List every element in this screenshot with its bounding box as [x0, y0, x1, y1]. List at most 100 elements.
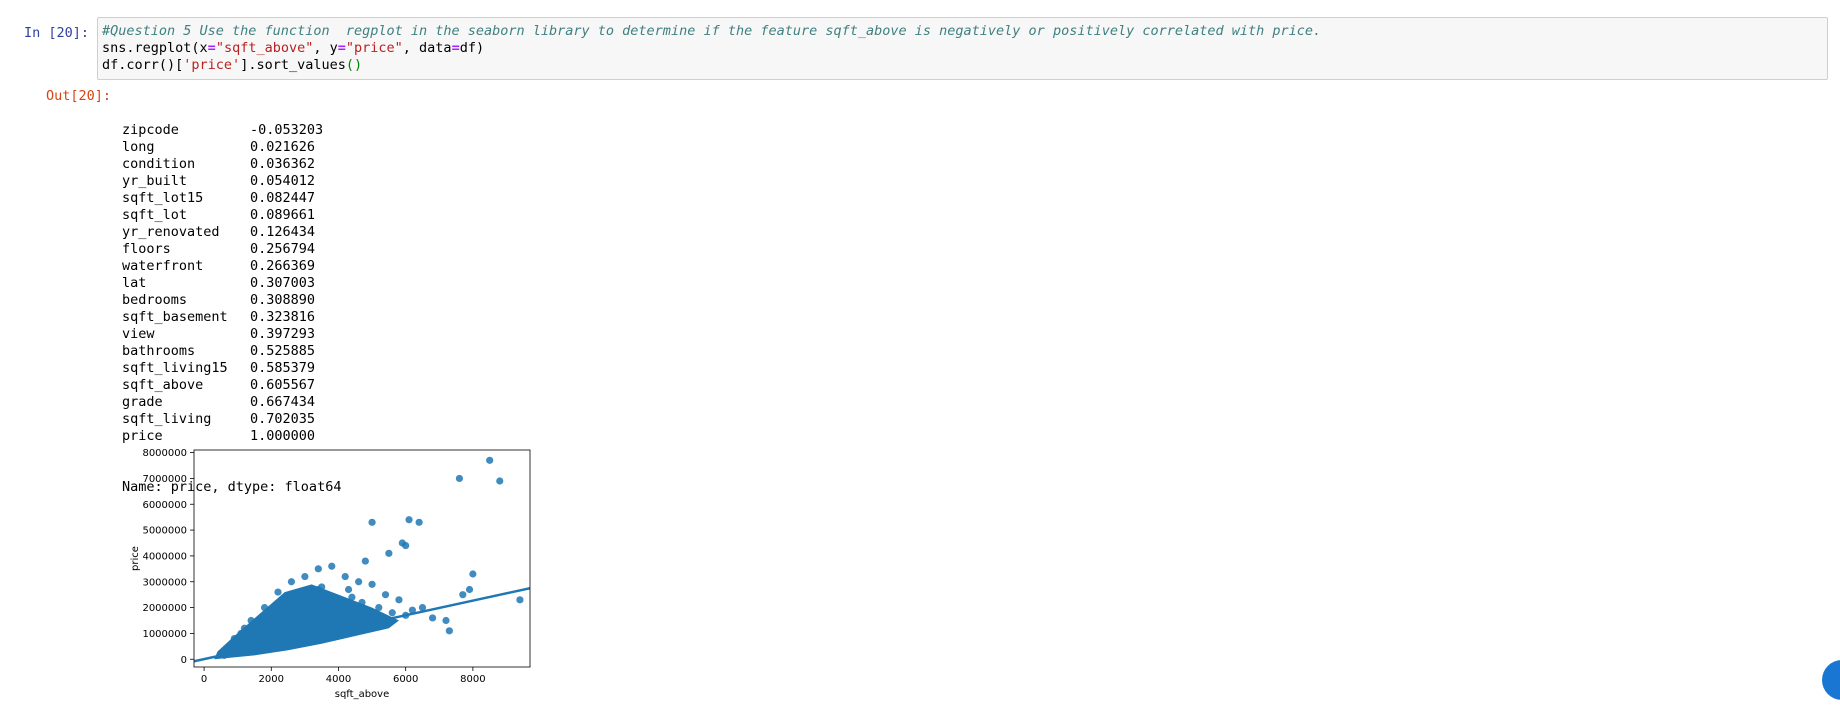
scatter-point	[395, 596, 403, 604]
series-row: sqft_living 0.702035	[122, 411, 341, 428]
scatter-point	[405, 516, 413, 524]
y-tick-label: 6000000	[142, 500, 187, 511]
code-cell-input[interactable]: #Question 5 Use the function regplot in …	[97, 17, 1828, 80]
scatter-points	[194, 456, 530, 663]
x-tick-label: 8000	[460, 674, 485, 685]
series-row: sqft_lot 0.089661	[122, 207, 341, 224]
help-fab-button[interactable]	[1822, 660, 1840, 700]
y-axis-label: price	[130, 546, 141, 571]
series-value: -0.053203	[250, 122, 324, 138]
series-row: sqft_basement 0.323816	[122, 309, 341, 326]
scatter-point	[415, 518, 423, 526]
x-axis-label: sqft_above	[335, 689, 390, 700]
y-tick-label: 7000000	[142, 474, 187, 485]
series-value: 0.585379	[250, 360, 316, 376]
series-index: sqft_basement	[122, 309, 228, 325]
scatter-point	[486, 456, 494, 464]
series-index: condition	[122, 156, 196, 172]
series-row: bedrooms 0.308890	[122, 292, 341, 309]
scatter-point	[516, 596, 524, 604]
series-row: sqft_living15 0.585379	[122, 360, 341, 377]
series-value: 0.054012	[250, 173, 316, 189]
scatter-point	[469, 570, 477, 578]
y-tick-label: 3000000	[142, 577, 187, 588]
scatter-point	[301, 572, 309, 581]
series-value: 0.702035	[250, 411, 316, 427]
scatter-point	[287, 578, 296, 586]
scatter-point	[402, 541, 410, 550]
series-value: 0.307003	[250, 275, 316, 291]
series-index: grade	[122, 394, 163, 410]
series-index: view	[122, 326, 155, 342]
scatter-point	[388, 609, 396, 617]
code-comment: #Question 5 Use the function regplot in …	[102, 23, 1322, 39]
scatter-point	[442, 616, 450, 625]
scatter-point	[465, 585, 474, 594]
scatter-point	[381, 591, 390, 599]
series-value: 0.308890	[250, 292, 316, 308]
code-line-3: df.corr()['price'].sort_values()	[102, 57, 363, 73]
series-index: lat	[122, 275, 147, 291]
scatter-point	[314, 565, 322, 573]
y-tick-label: 1000000	[142, 629, 187, 640]
series-row: floors 0.256794	[122, 241, 341, 258]
series-value: 0.525885	[250, 343, 316, 359]
x-tick-label: 2000	[259, 674, 284, 685]
series-value: 0.323816	[250, 309, 316, 325]
series-row: zipcode -0.053203	[122, 122, 341, 139]
scatter-point	[459, 591, 467, 599]
series-value: 0.036362	[250, 156, 316, 172]
series-value: 0.126434	[250, 224, 316, 240]
series-row: view 0.397293	[122, 326, 341, 343]
y-tick-label: 0	[181, 655, 187, 666]
series-value: 0.021626	[250, 139, 316, 155]
output-prompt: Out[20]:	[45, 88, 111, 104]
scatter-point	[341, 572, 349, 581]
x-tick-label: 0	[201, 674, 207, 685]
scatter-point	[496, 477, 504, 485]
series-index: waterfront	[122, 258, 204, 274]
series-value: 0.667434	[250, 394, 316, 410]
series-value: 0.266369	[250, 258, 316, 274]
series-index: bedrooms	[122, 292, 188, 308]
series-row: lat 0.307003	[122, 275, 341, 292]
series-row: sqft_above 0.605567	[122, 377, 341, 394]
scatter-point	[455, 474, 464, 483]
series-index: sqft_living15	[122, 360, 228, 376]
scatter-point	[328, 562, 336, 570]
series-index: zipcode	[122, 122, 179, 138]
series-value: 0.256794	[250, 241, 316, 257]
series-value: 0.397293	[250, 326, 316, 342]
series-value: 0.089661	[250, 207, 316, 223]
series-row: waterfront 0.266369	[122, 258, 341, 275]
scatter-point	[361, 557, 369, 565]
y-tick-label: 5000000	[142, 526, 187, 537]
scatter-point	[428, 614, 437, 622]
x-tick-label: 4000	[326, 674, 351, 685]
code-line-2: sns.regplot(x="sqft_above", y="price", d…	[102, 40, 485, 56]
series-row: condition 0.036362	[122, 156, 341, 173]
y-tick-label: 8000000	[142, 448, 187, 459]
series-value: 0.082447	[250, 190, 316, 206]
series-index: bathrooms	[122, 343, 196, 359]
series-row: long 0.021626	[122, 139, 341, 156]
series-index: yr_built	[122, 173, 188, 189]
input-prompt: In [20]:	[23, 25, 89, 41]
series-value: 0.605567	[250, 377, 316, 393]
series-index: sqft_living	[122, 411, 212, 427]
scatter-point	[445, 627, 453, 635]
y-tick-label: 2000000	[142, 603, 187, 614]
series-row: yr_built 0.054012	[122, 173, 341, 190]
series-index: floors	[122, 241, 171, 257]
scatter-point	[274, 588, 282, 596]
y-tick-label: 4000000	[142, 551, 187, 562]
scatter-point	[368, 518, 376, 526]
series-index: sqft_lot15	[122, 190, 204, 206]
series-row: bathrooms 0.525885	[122, 343, 341, 360]
scatter-point	[385, 549, 393, 557]
scatter-point	[344, 585, 353, 594]
series-index: long	[122, 139, 155, 155]
series-row: yr_renovated 0.126434	[122, 224, 341, 241]
series-index: yr_renovated	[122, 224, 220, 240]
regplot-chart: 0 2000 4000 6000 8000 0 1000000 2000000 3000000 4…	[130, 448, 531, 700]
